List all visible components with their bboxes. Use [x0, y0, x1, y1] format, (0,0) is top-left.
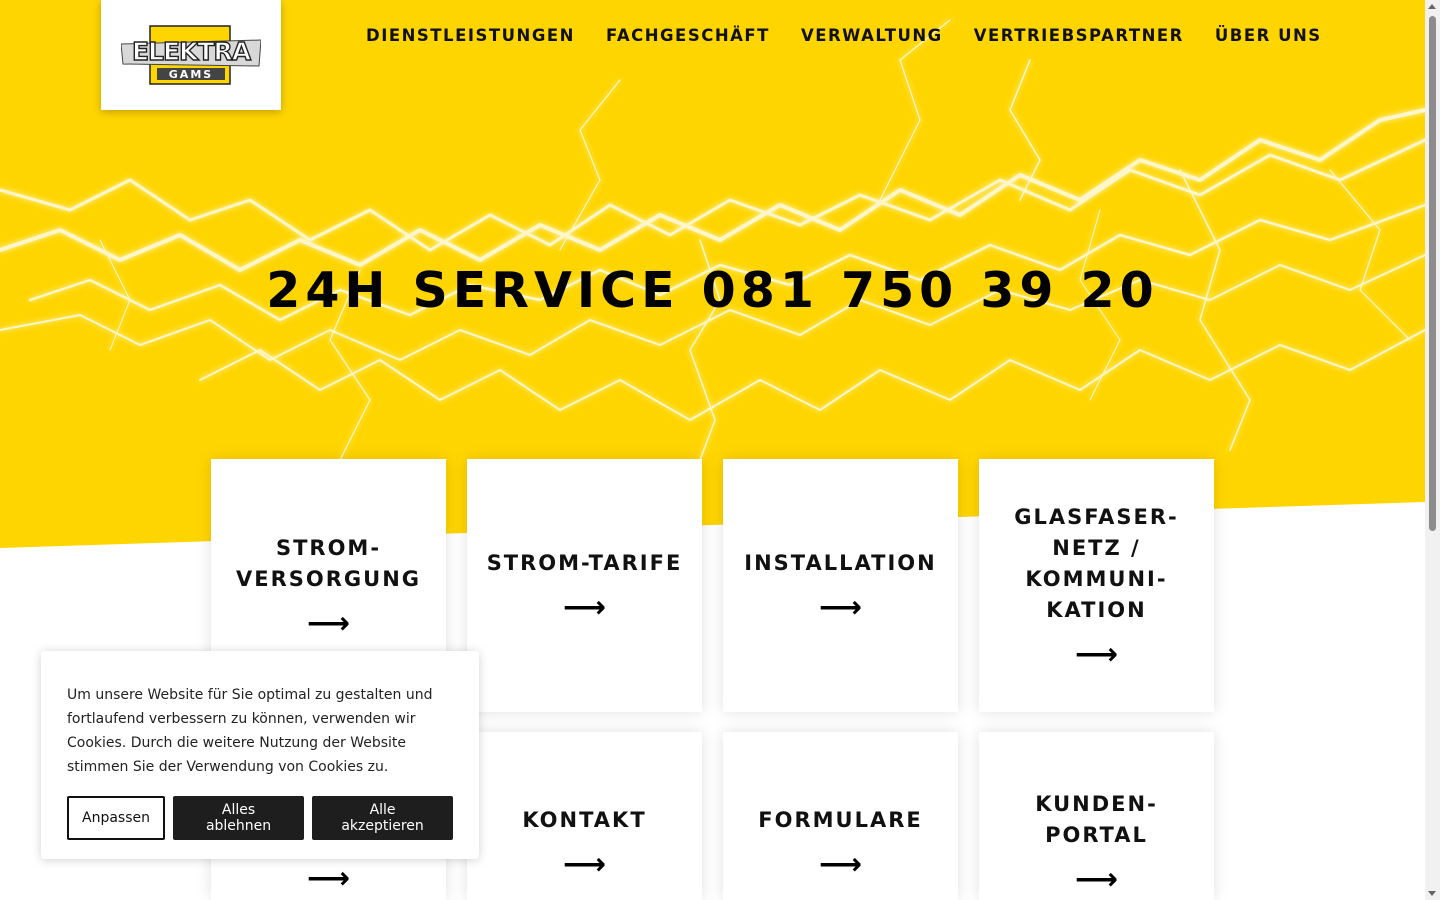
- tile-label: KUNDEN- PORTAL: [1035, 792, 1158, 847]
- tile-formulare[interactable]: FORMULARE ⟶: [723, 732, 958, 900]
- nav-verwaltung[interactable]: VERWALTUNG: [801, 26, 943, 45]
- tile-glasfasernetz[interactable]: GLASFASER- NETZ / KOMMUNI- KATION ⟶: [979, 459, 1214, 712]
- arrow-right-icon: ⟶: [562, 847, 606, 882]
- tile-label: INSTALLATION: [744, 551, 937, 575]
- arrow-right-icon: ⟶: [306, 861, 350, 896]
- nav-fachgeschaeft[interactable]: FACHGESCHÄFT: [606, 26, 770, 45]
- tile-kundenportal[interactable]: KUNDEN- PORTAL ⟶: [979, 732, 1214, 900]
- cookie-banner: Um unsere Website für Sie optimal zu ges…: [41, 651, 479, 859]
- logo-text-main: ELEKTRA: [132, 37, 252, 66]
- arrow-right-icon: ⟶: [818, 847, 862, 882]
- nav-dienstleistungen[interactable]: DIENSTLEISTUNGEN: [366, 26, 575, 45]
- nav-ueber-uns[interactable]: ÜBER UNS: [1215, 26, 1322, 45]
- tile-label: KONTAKT: [522, 808, 647, 832]
- scroll-up-icon[interactable]: [1428, 4, 1436, 9]
- tile-kontakt[interactable]: KONTAKT ⟶: [467, 732, 702, 900]
- cookie-accept-button[interactable]: Alle akzeptieren: [312, 796, 453, 840]
- scroll-down-icon[interactable]: [1428, 891, 1436, 896]
- main-navigation: DIENSTLEISTUNGEN FACHGESCHÄFT VERWALTUNG…: [366, 26, 1353, 45]
- cookie-customize-button[interactable]: Anpassen: [67, 796, 165, 840]
- cookie-reject-button[interactable]: Alles ablehnen: [173, 796, 305, 840]
- hero-title: 24H SERVICE 081 750 39 20: [266, 262, 1159, 319]
- tile-label: STROM- VERSORGUNG: [235, 535, 422, 591]
- tile-label: FORMULARE: [758, 808, 923, 832]
- cookie-text: Um unsere Website für Sie optimal zu ges…: [67, 687, 433, 775]
- arrow-right-icon: ⟶: [1074, 636, 1118, 672]
- nav-vertriebspartner[interactable]: VERTRIEBSPARTNER: [974, 26, 1184, 45]
- logo-text-sub: GAMS: [169, 68, 213, 81]
- arrow-right-icon: ⟶: [306, 605, 350, 641]
- site-logo[interactable]: ELEKTRA GAMS: [101, 0, 281, 110]
- scrollbar-thumb[interactable]: [1429, 16, 1436, 531]
- arrow-right-icon: ⟶: [1074, 862, 1118, 897]
- arrow-right-icon: ⟶: [562, 590, 606, 625]
- tile-strom-tarife[interactable]: STROM-TARIFE ⟶: [467, 459, 702, 712]
- tile-label: STROM-TARIFE: [486, 551, 683, 575]
- tile-label: GLASFASER- NETZ / KOMMUNI- KATION: [1014, 504, 1179, 622]
- page-scrollbar[interactable]: [1425, 0, 1440, 900]
- arrow-right-icon: ⟶: [818, 590, 862, 625]
- tile-installation[interactable]: INSTALLATION ⟶: [723, 459, 958, 712]
- elektra-gams-logo: ELEKTRA GAMS: [121, 25, 261, 85]
- cookie-buttons: Anpassen Alles ablehnen Alle akzeptieren: [67, 796, 453, 840]
